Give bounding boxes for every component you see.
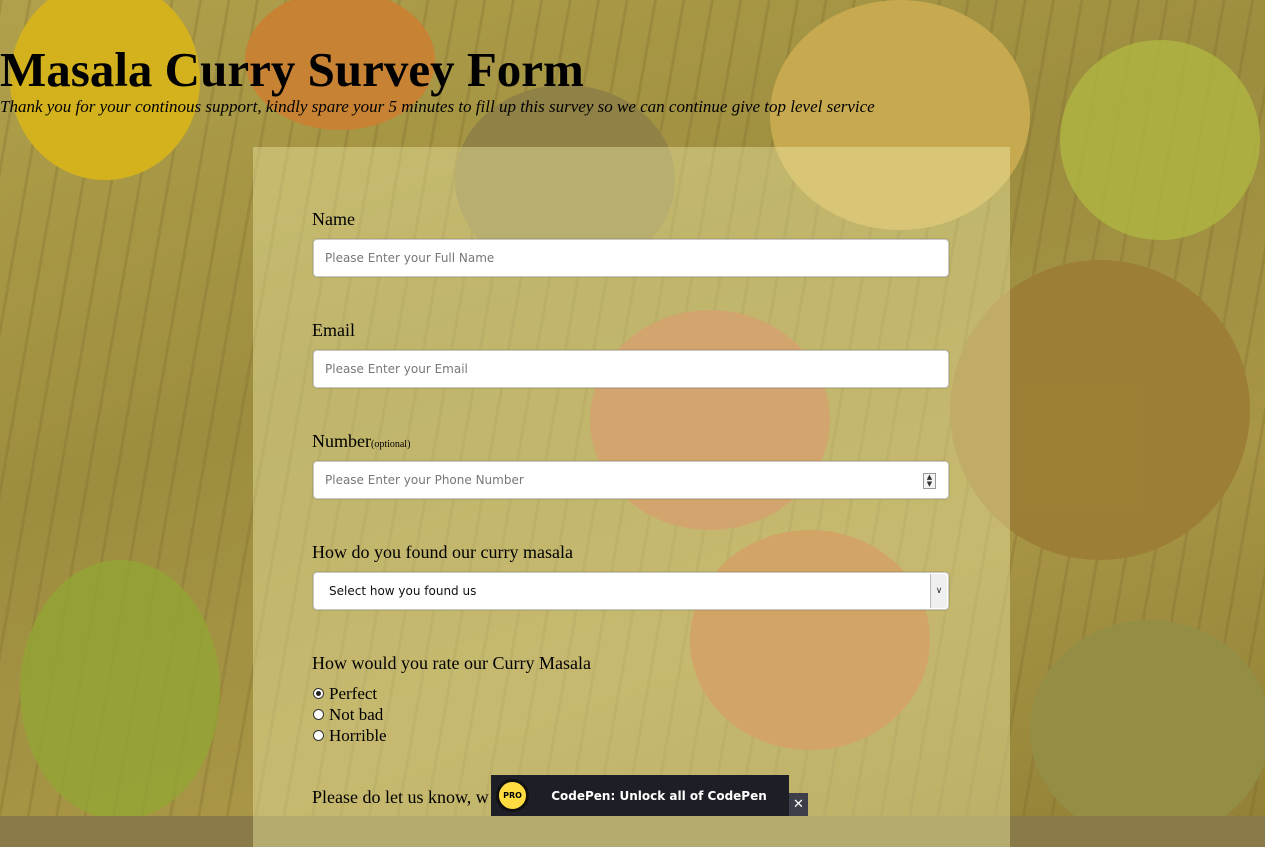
chevron-down-icon: ∨ <box>930 574 947 608</box>
optional-hint: (optional) <box>370 439 411 450</box>
found-select[interactable]: Select how you found us ∨ <box>313 572 949 610</box>
rating-label: How would you rate our Curry Masala <box>312 653 591 673</box>
name-input[interactable]: Please Enter your Full Name <box>313 239 949 277</box>
name-placeholder: Please Enter your Full Name <box>325 251 495 265</box>
radio-horrible[interactable] <box>313 730 324 741</box>
rating-option-perfect[interactable]: Perfect <box>313 683 377 704</box>
number-placeholder: Please Enter your Phone Number <box>325 473 524 487</box>
radio-perfect[interactable] <box>313 688 324 699</box>
page-subtitle: Thank you for your continous support, ki… <box>0 97 875 116</box>
rating-option-not-bad[interactable]: Not bad <box>313 704 383 725</box>
found-select-value: Select how you found us <box>329 584 477 598</box>
rating-option-label: Perfect <box>329 684 378 703</box>
close-icon[interactable]: ✕ <box>789 793 808 816</box>
email-label: Email <box>312 320 355 340</box>
number-input[interactable]: Please Enter your Phone Number ▲ ▼ <box>313 461 949 499</box>
email-input[interactable]: Please Enter your Email <box>313 350 949 388</box>
found-label: How do you found our curry masala <box>312 542 573 562</box>
number-label-text: Number <box>312 431 371 451</box>
codepen-pro-banner[interactable]: PRO CodePen: Unlock all of CodePen <box>491 775 789 816</box>
pro-badge-icon: PRO <box>496 779 529 812</box>
number-spinner-icon[interactable]: ▲ ▼ <box>923 473 936 489</box>
radio-not-bad[interactable] <box>313 709 324 720</box>
rating-option-label: Not bad <box>329 705 384 724</box>
page-title: Masala Curry Survey Form <box>0 42 584 97</box>
name-label: Name <box>312 209 355 229</box>
feedback-label: Please do let us know, w <box>312 787 489 807</box>
email-placeholder: Please Enter your Email <box>325 362 468 376</box>
rating-option-horrible[interactable]: Horrible <box>313 725 387 746</box>
rating-option-label: Horrible <box>329 726 387 745</box>
banner-text[interactable]: CodePen: Unlock all of CodePen <box>529 789 789 803</box>
number-label: Number(optional) <box>312 430 410 456</box>
